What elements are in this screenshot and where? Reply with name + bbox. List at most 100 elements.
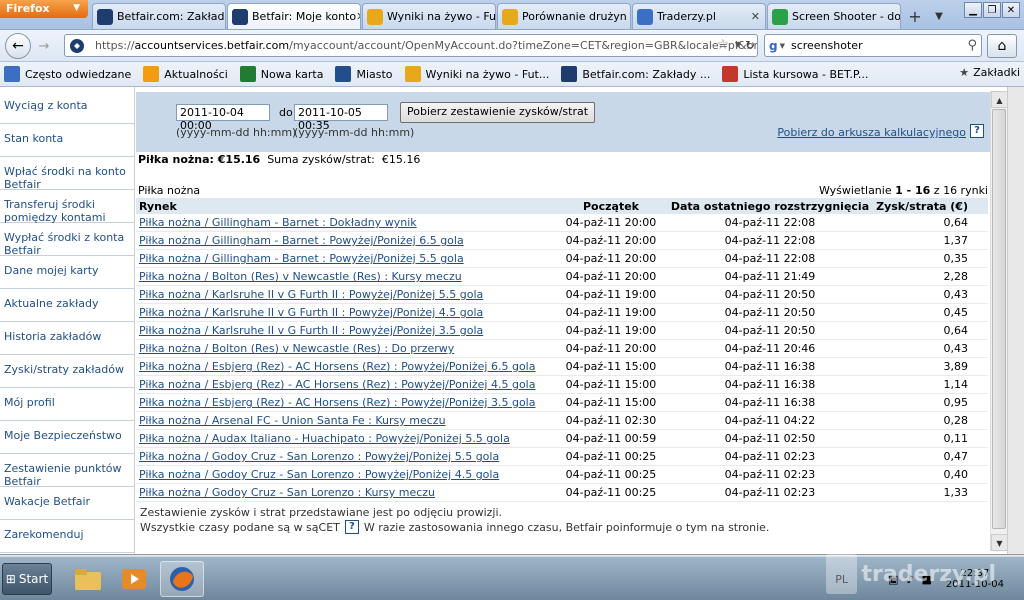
pagination-info: Wyświetlanie 1 - 16 z 16 rynki: [819, 184, 988, 197]
scroll-down-icon[interactable]: ▼: [991, 534, 1008, 551]
sidebar-item-11[interactable]: Zestawienie punktów Betfair: [0, 454, 134, 488]
sum-value: €15.16: [381, 153, 421, 166]
browser-tab-3[interactable]: Porównanie drużyn ...✕: [497, 3, 631, 29]
search-bar[interactable]: g ▼ screenshoter ⚲: [764, 34, 982, 57]
sidebar-item-8[interactable]: Zyski/straty zakładów: [0, 355, 134, 388]
inner-scrollbar[interactable]: ▲ ▼: [990, 91, 1008, 551]
bookmark-item-4[interactable]: Wyniki na żywo - Fut...: [404, 66, 549, 82]
bookmark-item-2[interactable]: Nowa karta: [239, 66, 323, 82]
forward-arrow-icon: →: [38, 38, 50, 54]
start-time: 04-paź-11 20:00: [565, 216, 657, 229]
home-button[interactable]: ⌂: [987, 34, 1017, 58]
firefox-taskbar-icon[interactable]: [160, 561, 204, 597]
sidebar-item-2[interactable]: Wpłać środki na konto Betfair: [0, 157, 134, 191]
to-date-input[interactable]: 2011-10-05 00:35: [294, 104, 388, 132]
market-link[interactable]: Piłka nożna / Audax Italiano - Huachipat…: [136, 432, 552, 445]
firefox-menu-button[interactable]: Firefox ▼: [0, 0, 88, 18]
start-button[interactable]: ⊞ Start: [2, 563, 52, 595]
sidebar-item-6[interactable]: Aktualne zakłady: [0, 289, 134, 322]
restore-icon[interactable]: ❐: [983, 2, 1001, 18]
market-link[interactable]: Piłka nożna / Gillingham - Barnet : Dokł…: [136, 216, 552, 229]
market-link[interactable]: Piłka nożna / Esbjerg (Rez) - AC Horsens…: [136, 396, 552, 409]
new-tab-icon[interactable]: +: [902, 3, 928, 29]
sidebar-item-10[interactable]: Moje Bezpieczeństwo: [0, 421, 134, 454]
tab-close-icon[interactable]: ✕: [356, 10, 360, 23]
bookmark-item-1[interactable]: Aktualności: [143, 66, 228, 82]
minimize-icon[interactable]: ▁: [964, 2, 982, 18]
sidebar-item-4[interactable]: Wypłać środki z konta Betfair: [0, 223, 134, 257]
home-icon: ⌂: [997, 38, 1007, 54]
bookmark-item-6[interactable]: Lista kursowa - BET.P...: [722, 66, 868, 82]
explorer-taskbar-icon[interactable]: [66, 561, 110, 597]
sidebar-item-12[interactable]: Wakacje Betfair: [0, 487, 134, 520]
timezone-help-icon[interactable]: ?: [344, 520, 359, 534]
start-time: 04-paź-11 20:00: [565, 252, 657, 265]
site-identity-icon[interactable]: [69, 38, 85, 54]
from-date-input[interactable]: 2011-10-04 00:00: [176, 104, 270, 132]
tab-close-icon[interactable]: ✕: [751, 10, 760, 23]
url-bar[interactable]: https://accountservices.betfair.com/myac…: [64, 34, 758, 57]
market-link[interactable]: Piłka nożna / Godoy Cruz - San Lorenzo :…: [136, 468, 552, 481]
media-player-taskbar-icon[interactable]: [112, 561, 156, 597]
help-icon[interactable]: ?: [970, 124, 984, 138]
bookmark-item-5[interactable]: Betfair.com: Zakłady ...: [561, 66, 710, 82]
bookmark-favicon-icon: [404, 66, 421, 82]
market-link[interactable]: Piłka nożna / Godoy Cruz - San Lorenzo :…: [136, 450, 552, 463]
market-link[interactable]: Piłka nożna / Bolton (Res) v Newcastle (…: [136, 270, 552, 283]
browser-tab-2[interactable]: Wyniki na żywo - Fu...✕: [362, 3, 496, 29]
bookmark-favicon-icon: [4, 66, 20, 82]
tab-label: Betfair: Moje konto: [252, 10, 357, 23]
sidebar-item-13[interactable]: Zarekomenduj: [0, 520, 134, 553]
market-link[interactable]: Piłka nożna / Gillingham - Barnet : Powy…: [136, 234, 552, 247]
market-link[interactable]: Piłka nożna / Bolton (Res) v Newcastle (…: [136, 342, 552, 355]
sidebar-item-3[interactable]: Transferuj środki pomiędzy kontami: [0, 190, 134, 224]
sidebar-item-1[interactable]: Stan konta: [0, 124, 134, 157]
profit-loss-value: 0,40: [943, 468, 969, 481]
scroll-thumb[interactable]: [992, 109, 1006, 529]
market-link[interactable]: Piłka nożna / Gillingham - Barnet : Powy…: [136, 252, 552, 265]
market-link[interactable]: Piłka nożna / Godoy Cruz - San Lorenzo :…: [136, 486, 552, 499]
market-link[interactable]: Piłka nożna / Karlsruhe II v G Furth II …: [136, 288, 552, 301]
google-search-engine-icon[interactable]: g: [769, 39, 778, 53]
sidebar-item-7[interactable]: Historia zakładów: [0, 322, 134, 355]
market-link[interactable]: Piłka nożna / Esbjerg (Rez) - AC Horsens…: [136, 378, 552, 391]
scroll-up-icon[interactable]: ▲: [991, 91, 1008, 108]
fetch-report-button[interactable]: Pobierz zestawienie zysków/strat: [400, 102, 596, 123]
close-window-icon[interactable]: ✕: [1002, 2, 1020, 18]
browser-tab-1[interactable]: Betfair: Moje konto✕: [227, 3, 361, 29]
dropdown-arrow-icon: ▼: [73, 3, 80, 13]
markets-table: Rynek Początek Data ostatniego rozstrzyg…: [136, 198, 988, 502]
browser-tab-4[interactable]: Traderzy.pl ✕: [632, 3, 766, 29]
table-row: Piłka nożna / Arsenal FC - Union Santa F…: [136, 412, 988, 430]
market-link[interactable]: Piłka nożna / Esbjerg (Rez) - AC Horsens…: [136, 360, 552, 373]
url-history-dropdown-icon[interactable]: ▼: [735, 40, 741, 49]
tab-list-icon[interactable]: ▼: [928, 3, 950, 29]
search-engine-dropdown-icon[interactable]: ▼: [780, 42, 785, 50]
bookmark-item-3[interactable]: Miasto: [335, 66, 393, 82]
bookmark-item-0[interactable]: Często odwiedzane: [4, 66, 131, 82]
reload-icon[interactable]: ↻: [745, 38, 755, 52]
page-scrollbar[interactable]: [1007, 87, 1024, 554]
spreadsheet-download-link[interactable]: Pobierz do arkusza kalkulacyjnego: [777, 126, 966, 139]
sidebar-item-0[interactable]: Wyciąg z konta: [0, 91, 134, 124]
market-link[interactable]: Piłka nożna / Karlsruhe II v G Furth II …: [136, 324, 552, 337]
sidebar-item-9[interactable]: Mój profil: [0, 388, 134, 421]
sidebar-item-5[interactable]: Dane mojej karty: [0, 256, 134, 289]
market-link[interactable]: Piłka nożna / Arsenal FC - Union Santa F…: [136, 414, 552, 427]
back-button[interactable]: ←: [5, 33, 31, 59]
forward-button[interactable]: →: [32, 36, 56, 56]
table-row: Piłka nożna / Karlsruhe II v G Furth II …: [136, 322, 988, 340]
showing-range: 1 - 16: [895, 184, 931, 197]
profit-loss-value: 0,28: [943, 414, 969, 427]
bookmark-star-icon[interactable]: ☆: [716, 37, 729, 53]
search-icon[interactable]: ⚲: [967, 38, 977, 53]
browser-tab-0[interactable]: Betfair.com: Zakład...✕: [92, 3, 226, 29]
bookmark-label: Często odwiedzane: [25, 67, 132, 81]
bookmarks-menu[interactable]: ★ Zakładki: [959, 66, 1020, 79]
search-input[interactable]: screenshoter: [791, 39, 863, 52]
start-time: 04-paź-11 00:59: [565, 432, 657, 445]
table-row: Piłka nożna / Karlsruhe II v G Furth II …: [136, 286, 988, 304]
browser-tab-5[interactable]: Screen Shooter - do...✕: [767, 3, 901, 29]
settled-time: 04-paź-11 20:50: [724, 324, 816, 337]
market-link[interactable]: Piłka nożna / Karlsruhe II v G Furth II …: [136, 306, 552, 319]
